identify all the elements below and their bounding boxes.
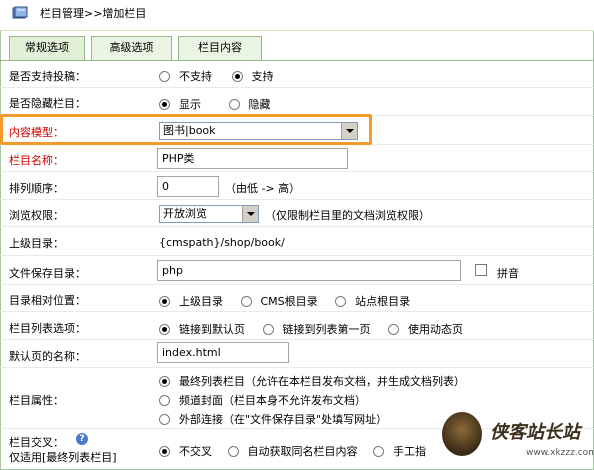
- radio-show[interactable]: 显示: [159, 96, 201, 112]
- radio-icon[interactable]: [159, 71, 170, 82]
- browse-permission-label: 浏览权限：: [9, 209, 64, 222]
- parent-dir-value: {cmspath}/shop/book/: [159, 236, 285, 249]
- radio-icon[interactable]: [159, 99, 170, 110]
- radio-icon[interactable]: [159, 376, 170, 387]
- radio-icon[interactable]: [159, 414, 170, 425]
- watermark-logo-icon: [442, 412, 482, 456]
- browse-permission-select[interactable]: 开放浏览: [159, 205, 259, 223]
- row-save-dir: 文件保存目录： php 拼音: [0, 256, 594, 285]
- radio-icon[interactable]: [159, 395, 170, 406]
- sort-order-input[interactable]: 0: [157, 176, 219, 197]
- radio-icon[interactable]: [159, 324, 170, 335]
- pinyin-label: 拼音: [497, 267, 519, 280]
- cross-sublabel: 仅适用[最终列表栏目]: [9, 451, 117, 464]
- row-relative-position: 目录相对位置： 上级目录 CMS根目录 站点根目录: [0, 285, 594, 312]
- row-name: 栏目名称： PHP类: [0, 145, 594, 172]
- attribute-label: 栏目属性：: [9, 394, 64, 407]
- name-label: 栏目名称：: [9, 154, 64, 167]
- row-default-page: 默认页的名称： index.html: [0, 340, 594, 368]
- radio-dynamic-page[interactable]: 使用动态页: [388, 321, 463, 337]
- browse-permission-hint: （仅限制栏目里的文档浏览权限）: [265, 209, 430, 222]
- content-model-highlight: [0, 114, 372, 145]
- allow-submit-label: 是否支持投稿：: [9, 70, 86, 83]
- radio-icon[interactable]: [388, 324, 399, 335]
- sort-order-hint: （由低 -> 高）: [225, 182, 301, 195]
- radio-site-root[interactable]: 站点根目录: [335, 293, 410, 309]
- radio-icon[interactable]: [240, 296, 252, 307]
- watermark-title: 侠客站长站: [490, 422, 580, 443]
- radio-support[interactable]: 支持: [231, 68, 274, 84]
- book-icon: [12, 6, 28, 19]
- list-option-label: 栏目列表选项：: [9, 322, 86, 335]
- radio-icon[interactable]: [159, 296, 170, 307]
- default-page-input[interactable]: index.html: [157, 342, 289, 363]
- radio-no-cross[interactable]: 不交叉: [159, 443, 212, 459]
- name-input[interactable]: PHP类: [157, 148, 348, 169]
- radio-icon[interactable]: [159, 446, 170, 457]
- radio-icon[interactable]: [373, 446, 384, 457]
- radio-icon[interactable]: [231, 71, 243, 82]
- radio-not-support[interactable]: 不支持: [159, 68, 212, 84]
- save-dir-input[interactable]: php: [157, 260, 461, 281]
- cross-label: 栏目交叉：: [9, 436, 64, 449]
- attribute-option-final[interactable]: 最终列表栏目（允许在本栏目发布文档，并生成文档列表）: [159, 373, 465, 389]
- radio-icon[interactable]: [228, 99, 240, 110]
- parent-dir-label: 上级目录：: [9, 237, 64, 250]
- radio-cms-root[interactable]: CMS根目录: [240, 293, 318, 309]
- row-hidden: 是否隐藏栏目： 显示 隐藏: [0, 88, 594, 116]
- radio-icon[interactable]: [335, 296, 347, 307]
- header-bar: 栏目管理>>增加栏目: [0, 0, 594, 31]
- row-sort-order: 排列顺序： 0 （由低 -> 高）: [0, 172, 594, 200]
- default-page-label: 默认页的名称：: [9, 350, 86, 363]
- row-browse-permission: 浏览权限： 开放浏览 （仅限制栏目里的文档浏览权限）: [0, 200, 594, 227]
- radio-parent-dir[interactable]: 上级目录: [159, 293, 223, 309]
- help-icon[interactable]: ?: [76, 433, 88, 445]
- row-list-option: 栏目列表选项： 链接到默认页 链接到列表第一页 使用动态页: [0, 312, 594, 340]
- radio-auto-cross[interactable]: 自动获取同名栏目内容: [227, 443, 358, 459]
- pinyin-checkbox[interactable]: [475, 264, 487, 276]
- radio-first-list-page[interactable]: 链接到列表第一页: [262, 321, 371, 337]
- row-parent-dir: 上级目录： {cmspath}/shop/book/: [0, 227, 594, 256]
- radio-icon[interactable]: [227, 446, 239, 457]
- watermark-url: www.xkzzz.com: [526, 448, 594, 458]
- hidden-label: 是否隐藏栏目：: [9, 97, 86, 110]
- tab-general[interactable]: 常规选项: [9, 36, 85, 61]
- attribute-option-channel[interactable]: 频道封面（栏目本身不允许发布文档）: [159, 392, 366, 408]
- save-dir-label: 文件保存目录：: [9, 267, 86, 280]
- radio-default-page[interactable]: 链接到默认页: [159, 321, 245, 337]
- radio-icon[interactable]: [262, 324, 274, 335]
- tab-content[interactable]: 栏目内容: [178, 36, 262, 60]
- attribute-option-external[interactable]: 外部连接（在"文件保存目录"处填写网址）: [159, 411, 387, 427]
- sort-order-label: 排列顺序：: [9, 182, 64, 195]
- watermark: 侠客站长站 www.xkzzz.com: [440, 410, 594, 470]
- tab-advanced[interactable]: 高级选项: [91, 36, 172, 60]
- radio-manual-cross[interactable]: 手工指: [373, 443, 426, 459]
- breadcrumb[interactable]: 栏目管理>>增加栏目: [40, 5, 146, 21]
- relative-position-label: 目录相对位置：: [9, 294, 86, 307]
- radio-hide[interactable]: 隐藏: [228, 96, 271, 112]
- chevron-down-icon[interactable]: [242, 206, 258, 222]
- row-allow-submit: 是否支持投稿： 不支持 支持: [0, 61, 594, 88]
